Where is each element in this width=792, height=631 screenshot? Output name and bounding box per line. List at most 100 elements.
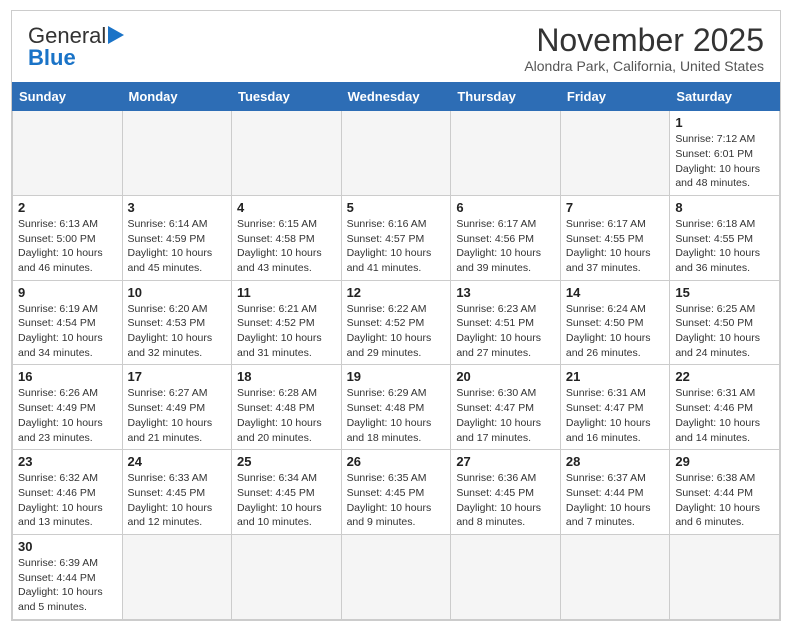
calendar-cell: 9 Sunrise: 6:19 AM Sunset: 4:54 PM Daylig…	[13, 280, 123, 365]
calendar-week-row: 1 Sunrise: 7:12 AM Sunset: 6:01 PM Daylig…	[13, 111, 780, 196]
day-number: 19	[347, 369, 446, 384]
calendar-cell: 25 Sunrise: 6:34 AM Sunset: 4:45 PM Dayli…	[232, 450, 342, 535]
header-sunday: Sunday	[13, 83, 123, 111]
calendar-cell: 28 Sunrise: 6:37 AM Sunset: 4:44 PM Dayli…	[560, 450, 669, 535]
day-number: 3	[128, 200, 227, 215]
day-info: Sunrise: 6:13 AM Sunset: 5:00 PM Dayligh…	[18, 217, 117, 276]
calendar-cell: 14 Sunrise: 6:24 AM Sunset: 4:50 PM Dayli…	[560, 280, 669, 365]
day-number: 28	[566, 454, 664, 469]
calendar-cell	[560, 111, 669, 196]
header: General Blue November 2025 Alondra Park,…	[12, 11, 780, 82]
calendar-cell	[670, 534, 780, 619]
calendar-cell: 30 Sunrise: 6:39 AM Sunset: 4:44 PM Dayli…	[13, 534, 123, 619]
day-info: Sunrise: 6:14 AM Sunset: 4:59 PM Dayligh…	[128, 217, 227, 276]
day-number: 12	[347, 285, 446, 300]
calendar-cell: 20Sunrise: 6:30 AM Sunset: 4:47 PM Dayli…	[451, 365, 561, 450]
calendar-cell	[451, 534, 561, 619]
day-info: Sunrise: 6:33 AM Sunset: 4:45 PM Dayligh…	[128, 471, 227, 530]
calendar-cell: 19 Sunrise: 6:29 AM Sunset: 4:48 PM Dayli…	[341, 365, 451, 450]
day-info: Sunrise: 6:16 AM Sunset: 4:57 PM Dayligh…	[347, 217, 446, 276]
calendar-cell: 8 Sunrise: 6:18 AM Sunset: 4:55 PM Daylig…	[670, 195, 780, 280]
day-info: Sunrise: 6:31 AM Sunset: 4:47 PM Dayligh…	[566, 386, 664, 445]
calendar-cell	[13, 111, 123, 196]
day-info: Sunrise: 6:29 AM Sunset: 4:48 PM Dayligh…	[347, 386, 446, 445]
calendar-cell: 1 Sunrise: 7:12 AM Sunset: 6:01 PM Daylig…	[670, 111, 780, 196]
day-info: Sunrise: 6:28 AM Sunset: 4:48 PM Dayligh…	[237, 386, 336, 445]
calendar-cell: 2 Sunrise: 6:13 AM Sunset: 5:00 PM Daylig…	[13, 195, 123, 280]
day-number: 29	[675, 454, 774, 469]
calendar-cell: 10 Sunrise: 6:20 AM Sunset: 4:53 PM Dayli…	[122, 280, 232, 365]
calendar-cell: 7Sunrise: 6:17 AM Sunset: 4:55 PM Daylig…	[560, 195, 669, 280]
calendar-cell: 29 Sunrise: 6:38 AM Sunset: 4:44 PM Dayli…	[670, 450, 780, 535]
day-number: 8	[675, 200, 774, 215]
day-number: 4	[237, 200, 336, 215]
day-info: Sunrise: 6:24 AM Sunset: 4:50 PM Dayligh…	[566, 302, 664, 361]
day-number: 17	[128, 369, 227, 384]
day-info: Sunrise: 6:35 AM Sunset: 4:45 PM Dayligh…	[347, 471, 446, 530]
header-tuesday: Tuesday	[232, 83, 342, 111]
calendar-cell: 16 Sunrise: 6:26 AM Sunset: 4:49 PM Dayli…	[13, 365, 123, 450]
day-number: 2	[18, 200, 117, 215]
day-info: Sunrise: 7:12 AM Sunset: 6:01 PM Dayligh…	[675, 132, 774, 191]
day-number: 16	[18, 369, 117, 384]
day-number: 18	[237, 369, 336, 384]
day-info: Sunrise: 6:22 AM Sunset: 4:52 PM Dayligh…	[347, 302, 446, 361]
day-number: 15	[675, 285, 774, 300]
day-info: Sunrise: 6:37 AM Sunset: 4:44 PM Dayligh…	[566, 471, 664, 530]
calendar-cell: 3 Sunrise: 6:14 AM Sunset: 4:59 PM Daylig…	[122, 195, 232, 280]
day-number: 30	[18, 539, 117, 554]
day-number: 6	[456, 200, 555, 215]
month-title: November 2025	[524, 23, 764, 58]
calendar-week-row: 30 Sunrise: 6:39 AM Sunset: 4:44 PM Dayli…	[13, 534, 780, 619]
day-info: Sunrise: 6:30 AM Sunset: 4:47 PM Dayligh…	[456, 386, 555, 445]
calendar-table: Sunday Monday Tuesday Wednesday Thursday…	[12, 82, 780, 620]
calendar-cell	[341, 534, 451, 619]
calendar-cell: 23Sunrise: 6:32 AM Sunset: 4:46 PM Dayli…	[13, 450, 123, 535]
day-info: Sunrise: 6:38 AM Sunset: 4:44 PM Dayligh…	[675, 471, 774, 530]
calendar-cell: 15 Sunrise: 6:25 AM Sunset: 4:50 PM Dayli…	[670, 280, 780, 365]
header-saturday: Saturday	[670, 83, 780, 111]
day-info: Sunrise: 6:23 AM Sunset: 4:51 PM Dayligh…	[456, 302, 555, 361]
header-wednesday: Wednesday	[341, 83, 451, 111]
logo-blue-text: Blue	[28, 45, 76, 70]
day-number: 24	[128, 454, 227, 469]
header-thursday: Thursday	[451, 83, 561, 111]
calendar-cell: 13Sunrise: 6:23 AM Sunset: 4:51 PM Dayli…	[451, 280, 561, 365]
day-info: Sunrise: 6:39 AM Sunset: 4:44 PM Dayligh…	[18, 556, 117, 615]
calendar-cell	[122, 534, 232, 619]
day-number: 10	[128, 285, 227, 300]
day-number: 1	[675, 115, 774, 130]
day-info: Sunrise: 6:17 AM Sunset: 4:55 PM Dayligh…	[566, 217, 664, 276]
day-number: 9	[18, 285, 117, 300]
calendar-cell: 5Sunrise: 6:16 AM Sunset: 4:57 PM Daylig…	[341, 195, 451, 280]
day-number: 22	[675, 369, 774, 384]
day-info: Sunrise: 6:18 AM Sunset: 4:55 PM Dayligh…	[675, 217, 774, 276]
day-header-row: Sunday Monday Tuesday Wednesday Thursday…	[13, 83, 780, 111]
logo-arrow-icon	[108, 26, 124, 44]
day-number: 23	[18, 454, 117, 469]
day-info: Sunrise: 6:26 AM Sunset: 4:49 PM Dayligh…	[18, 386, 117, 445]
calendar-cell: 24 Sunrise: 6:33 AM Sunset: 4:45 PM Dayli…	[122, 450, 232, 535]
day-info: Sunrise: 6:17 AM Sunset: 4:56 PM Dayligh…	[456, 217, 555, 276]
calendar-week-row: 23Sunrise: 6:32 AM Sunset: 4:46 PM Dayli…	[13, 450, 780, 535]
calendar-cell	[560, 534, 669, 619]
calendar-cell: 27Sunrise: 6:36 AM Sunset: 4:45 PM Dayli…	[451, 450, 561, 535]
day-info: Sunrise: 6:36 AM Sunset: 4:45 PM Dayligh…	[456, 471, 555, 530]
day-info: Sunrise: 6:25 AM Sunset: 4:50 PM Dayligh…	[675, 302, 774, 361]
day-info: Sunrise: 6:19 AM Sunset: 4:54 PM Dayligh…	[18, 302, 117, 361]
day-info: Sunrise: 6:21 AM Sunset: 4:52 PM Dayligh…	[237, 302, 336, 361]
calendar-cell: 11Sunrise: 6:21 AM Sunset: 4:52 PM Dayli…	[232, 280, 342, 365]
calendar-cell	[122, 111, 232, 196]
day-info: Sunrise: 6:20 AM Sunset: 4:53 PM Dayligh…	[128, 302, 227, 361]
calendar-cell: 22 Sunrise: 6:31 AM Sunset: 4:46 PM Dayli…	[670, 365, 780, 450]
calendar-cell	[232, 534, 342, 619]
day-number: 25	[237, 454, 336, 469]
day-info: Sunrise: 6:31 AM Sunset: 4:46 PM Dayligh…	[675, 386, 774, 445]
day-info: Sunrise: 6:34 AM Sunset: 4:45 PM Dayligh…	[237, 471, 336, 530]
header-friday: Friday	[560, 83, 669, 111]
location: Alondra Park, California, United States	[524, 58, 764, 74]
day-number: 14	[566, 285, 664, 300]
calendar-cell: 21 Sunrise: 6:31 AM Sunset: 4:47 PM Dayli…	[560, 365, 669, 450]
day-number: 21	[566, 369, 664, 384]
calendar-cell: 26Sunrise: 6:35 AM Sunset: 4:45 PM Dayli…	[341, 450, 451, 535]
